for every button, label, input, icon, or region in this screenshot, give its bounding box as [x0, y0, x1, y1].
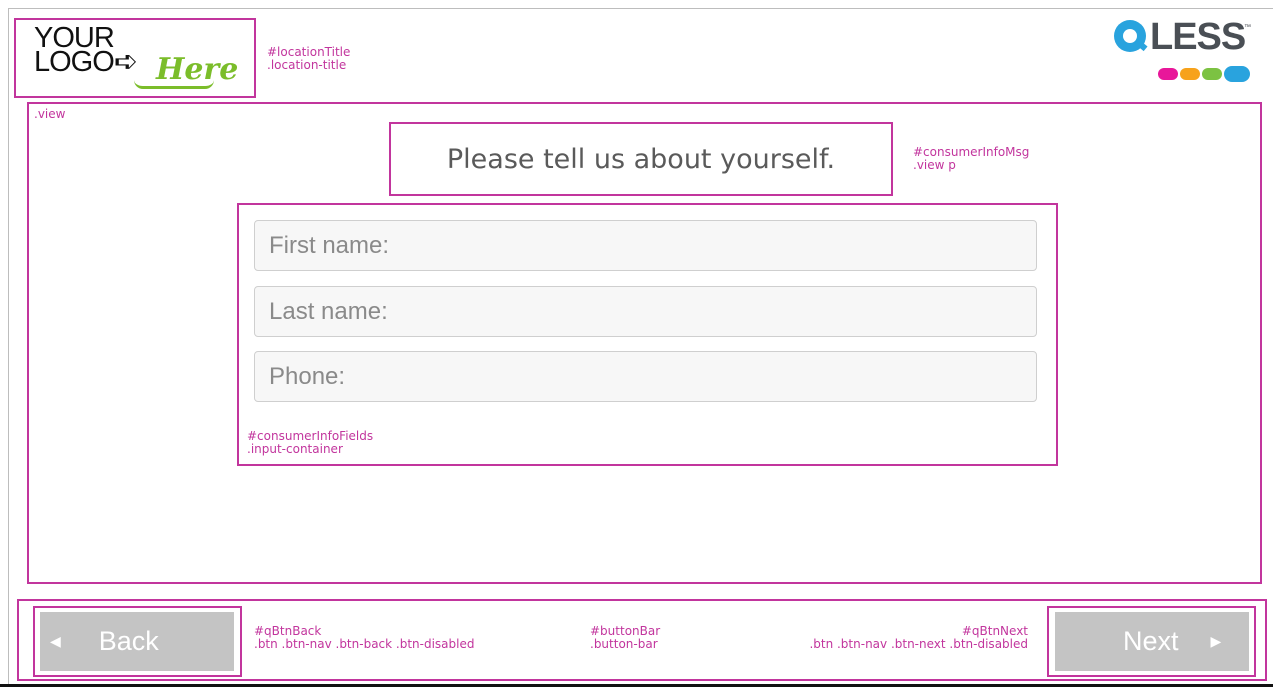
logo-line-2: LOGO: [34, 46, 115, 78]
button-bar-note: #buttonBar .button-bar: [590, 625, 660, 651]
consumer-info-message-text: Please tell us about yourself.: [446, 143, 836, 175]
phone-field[interactable]: [254, 351, 1037, 402]
qless-logo: LESS ™: [1114, 16, 1262, 88]
next-button-class: .btn .btn-nav .btn-next .btn-disabled: [809, 637, 1028, 651]
consumer-info-message-class: .view p: [913, 158, 956, 172]
next-arrow-icon: ▶: [1210, 633, 1222, 649]
qless-q-icon: [1114, 20, 1148, 52]
view-label: .view: [34, 107, 66, 121]
consumer-info-message-note: #consumerInfoMsg .view p: [913, 146, 1029, 172]
location-logo: YOUR LOGO➪ Here: [14, 18, 256, 98]
brand-dot-orange: [1180, 68, 1200, 80]
consumer-info-fields-class: .input-container: [247, 442, 343, 456]
back-arrow-icon: ◀: [50, 633, 61, 649]
consumer-info-message: Please tell us about yourself.: [389, 122, 893, 196]
consumer-info-fields-note: #consumerInfoFields .input-container: [247, 430, 373, 456]
first-name-field[interactable]: [254, 220, 1037, 271]
button-bar-class: .button-bar: [590, 637, 658, 651]
qless-wordmark: LESS: [1150, 16, 1246, 58]
logo-swoosh-icon: [134, 80, 214, 89]
location-title-note: #locationTitle .location-title: [267, 46, 350, 72]
next-button-note: #qBtnNext .btn .btn-nav .btn-next .btn-d…: [809, 625, 1028, 651]
back-button-label: Back: [98, 626, 159, 656]
back-button[interactable]: ◀ Back: [40, 612, 234, 671]
brand-dot-magenta: [1158, 68, 1178, 80]
back-button-note: #qBtnBack .btn .btn-nav .btn-back .btn-d…: [254, 625, 475, 651]
back-button-class: .btn .btn-nav .btn-back .btn-disabled: [254, 637, 475, 651]
logo-wordmark: YOUR LOGO➪: [34, 24, 138, 77]
logo-arrow-icon: ➪: [113, 46, 138, 78]
brand-dot-green: [1202, 68, 1222, 80]
last-name-field[interactable]: [254, 286, 1037, 337]
next-button-label: Next: [1123, 626, 1179, 656]
brand-dot-blue: [1224, 66, 1250, 82]
location-title-class: .location-title: [267, 58, 347, 72]
trademark-mark: ™: [1244, 24, 1251, 31]
next-button[interactable]: Next ▶: [1055, 612, 1249, 671]
